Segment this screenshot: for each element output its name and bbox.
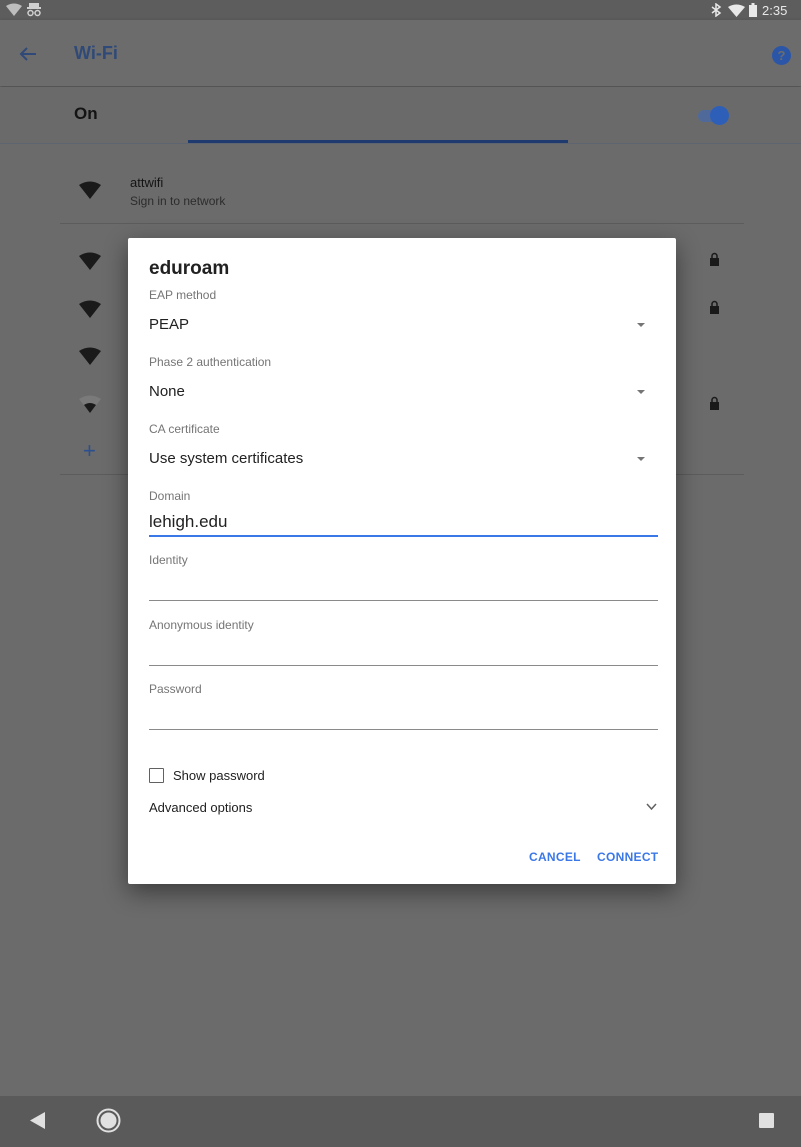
navigation-bar <box>0 1096 801 1147</box>
wifi-signal-icon <box>79 300 101 318</box>
domain-underline <box>149 535 658 537</box>
password-field[interactable] <box>149 703 658 730</box>
nav-back-icon[interactable] <box>30 1112 45 1129</box>
add-network-icon[interactable]: + <box>83 438 96 464</box>
eap-method-value: PEAP <box>149 316 190 333</box>
dropdown-caret-icon <box>637 390 645 394</box>
anonymous-identity-label: Anonymous identity <box>149 618 254 632</box>
nav-recents-icon[interactable] <box>759 1113 774 1128</box>
identity-underline <box>149 600 658 601</box>
dropdown-caret-icon <box>637 323 645 327</box>
help-icon[interactable]: ? <box>772 46 791 65</box>
cancel-button[interactable]: CANCEL <box>529 850 581 864</box>
ca-certificate-select[interactable]: Use system certificates <box>149 446 649 470</box>
identity-label: Identity <box>149 553 188 567</box>
wifi-signal-icon <box>79 347 101 365</box>
network-name: attwifi <box>130 175 164 190</box>
eap-method-select[interactable]: PEAP <box>149 312 649 336</box>
scanning-progress-bar <box>188 140 568 143</box>
domain-label: Domain <box>149 489 191 503</box>
wifi-toggle-thumb[interactable] <box>710 106 729 125</box>
connect-button[interactable]: CONNECT <box>597 850 658 864</box>
anonymous-identity-underline <box>149 665 658 666</box>
wifi-unknown-icon <box>6 3 22 16</box>
battery-icon <box>749 3 757 17</box>
wifi-signal-icon <box>79 181 101 199</box>
wifi-switch-label: On <box>74 104 98 123</box>
wifi-signal-icon <box>79 252 101 270</box>
password-label: Password <box>149 682 202 696</box>
password-underline <box>149 729 658 730</box>
app-bar: Wi-Fi ? <box>0 20 801 86</box>
domain-field[interactable]: lehigh.edu <box>149 510 658 537</box>
show-password-label: Show password <box>173 768 265 783</box>
network-config-dialog: eduroam EAP method PEAP Phase 2 authenti… <box>128 238 676 884</box>
nav-home-icon[interactable] <box>96 1108 121 1133</box>
lock-icon <box>710 396 719 410</box>
wifi-switch-row[interactable]: On <box>0 87 801 144</box>
phase2-label: Phase 2 authentication <box>149 355 272 369</box>
eap-method-label: EAP method <box>149 288 217 302</box>
status-time: 2:35 <box>762 3 788 18</box>
list-item[interactable]: attwifi Sign in to network <box>0 166 801 222</box>
domain-value: lehigh.edu <box>149 512 228 531</box>
network-status: Sign in to network <box>130 194 226 208</box>
lock-icon <box>710 252 719 266</box>
anonymous-identity-field[interactable] <box>149 639 658 666</box>
list-divider <box>60 223 744 224</box>
dialog-title: eduroam <box>149 258 230 279</box>
dropdown-caret-icon <box>637 457 645 461</box>
advanced-options-label: Advanced options <box>149 800 253 815</box>
lock-icon <box>710 300 719 314</box>
show-password-checkbox[interactable]: Show password <box>149 767 349 785</box>
identity-field[interactable] <box>149 574 658 601</box>
phase2-value: None <box>149 383 185 400</box>
status-bar: 2:35 <box>0 0 801 20</box>
incognito-icon <box>27 3 41 17</box>
ca-certificate-value: Use system certificates <box>149 450 304 467</box>
wifi-weak-signal-icon <box>79 395 101 413</box>
phase2-select[interactable]: None <box>149 379 649 403</box>
chevron-down-icon <box>646 803 657 811</box>
advanced-options-toggle[interactable]: Advanced options <box>149 799 658 817</box>
ca-certificate-label: CA certificate <box>149 422 220 436</box>
back-arrow-icon[interactable] <box>19 46 37 62</box>
checkbox-box <box>149 768 164 783</box>
bluetooth-icon <box>711 3 722 17</box>
svg-text:?: ? <box>778 48 786 63</box>
wifi-signal-icon <box>728 4 745 17</box>
page-title: Wi-Fi <box>74 43 118 63</box>
